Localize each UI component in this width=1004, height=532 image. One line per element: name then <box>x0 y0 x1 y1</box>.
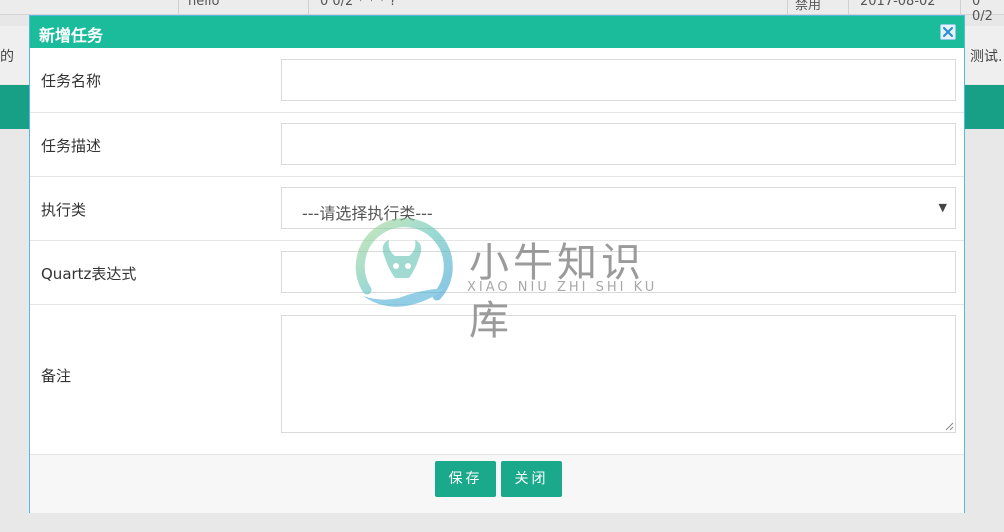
close-button[interactable]: 关闭 <box>501 461 562 497</box>
bg-cell: 0 0/2 * * * ? <box>320 0 397 9</box>
bg-cell: 测试. <box>970 49 1003 65</box>
exec-class-selected: ---请选择执行类--- <box>302 204 433 223</box>
save-button[interactable]: 保存 <box>435 461 496 497</box>
task-name-label: 任务名称 <box>41 72 102 90</box>
bg-cell: 的 <box>0 49 14 65</box>
quartz-field[interactable] <box>281 251 956 293</box>
remark-label: 备注 <box>41 367 72 385</box>
form-row-exec-class: 执行类 ---请选择执行类--- ▼ <box>30 177 964 241</box>
task-name-field[interactable] <box>281 59 956 101</box>
form-row-task-name: 任务名称 <box>30 48 964 113</box>
task-desc-field[interactable] <box>281 123 956 165</box>
add-task-dialog: 新增任务 任务名称 任务描述 执行类 ---请选择执行类--- ▼ Quartz… <box>29 15 965 513</box>
form-row-remark: 备注 <box>30 305 964 453</box>
remark-textarea[interactable] <box>281 315 956 433</box>
resize-grip-icon[interactable] <box>945 422 954 431</box>
background-table-row: hello 0 0/2 * * * ? 禁用 2017-08-02 0 0/2 <box>0 0 1004 24</box>
bg-cell: 0 0/2 <box>972 0 993 24</box>
quartz-label: Quartz表达式 <box>41 265 137 283</box>
form-row-quartz: Quartz表达式 <box>30 241 964 305</box>
dialog-footer: 保存 关闭 <box>30 454 964 513</box>
bg-cell: 禁用 <box>795 0 822 13</box>
task-name-input[interactable] <box>282 60 955 100</box>
dialog-title: 新增任务 <box>39 26 104 45</box>
task-desc-input[interactable] <box>282 124 955 164</box>
exec-class-select[interactable]: ---请选择执行类--- ▼ <box>281 187 956 229</box>
bg-cell: hello <box>188 0 220 9</box>
caret-down-icon: ▼ <box>938 201 947 214</box>
bg-cell: 2017-08-02 <box>860 0 936 9</box>
dialog-header: 新增任务 <box>30 16 964 48</box>
exec-class-label: 执行类 <box>41 201 87 219</box>
task-desc-label: 任务描述 <box>41 137 102 155</box>
form-row-task-desc: 任务描述 <box>30 113 964 177</box>
close-icon[interactable] <box>940 24 956 40</box>
quartz-input[interactable] <box>282 252 955 292</box>
